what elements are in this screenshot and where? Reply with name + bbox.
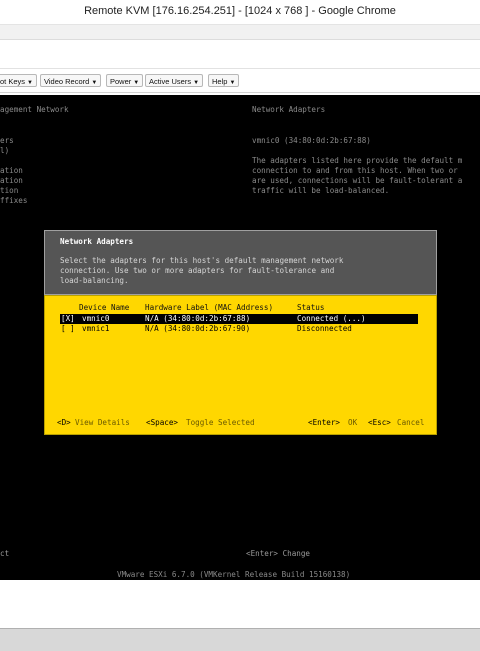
adapter-device: vmnic0 bbox=[82, 314, 110, 323]
help-label: Help bbox=[212, 77, 228, 86]
right-panel-header: Network Adapters bbox=[252, 105, 326, 114]
adapter-row-vmnic0[interactable]: [X] vmnic0 N/A (34:80:0d:2b:67:88) Conne… bbox=[60, 314, 418, 324]
power-menu[interactable]: Power ▼ bbox=[106, 74, 144, 87]
dialog-description-line: load-balancing. bbox=[60, 276, 129, 285]
view-details-key[interactable]: <D> bbox=[57, 418, 71, 428]
adapter-checkbox[interactable]: [ ] bbox=[61, 324, 75, 334]
toggle-selected-key[interactable]: <Space> bbox=[146, 418, 178, 428]
cancel-key[interactable]: <Esc> bbox=[368, 418, 391, 428]
dialog-body: Device Name Hardware Label (MAC Address)… bbox=[44, 295, 437, 435]
view-details-label: View Details bbox=[75, 418, 130, 427]
adapter-hw-label: N/A (34:80:0d:2b:67:88) bbox=[145, 314, 251, 323]
dialog-header: Network Adapters Select the adapters for… bbox=[44, 230, 437, 295]
browser-content-gap bbox=[0, 40, 480, 69]
left-menu-item: l) bbox=[0, 146, 10, 155]
window-title: Remote KVM [176.16.254.251] - [1024 x 76… bbox=[84, 5, 396, 17]
window-titlebar: Remote KVM [176.16.254.251] - [1024 x 76… bbox=[0, 0, 480, 25]
adapter-status: Disconnected bbox=[297, 324, 352, 333]
help-menu[interactable]: Help ▼ bbox=[208, 74, 240, 87]
adapter-device: vmnic1 bbox=[82, 324, 110, 333]
dialog-description-line: Select the adapters for this host's defa… bbox=[60, 256, 344, 265]
active-users-menu[interactable]: Active Users ▼ bbox=[145, 74, 204, 87]
right-panel-desc-line: are used, connections will be fault-tole… bbox=[252, 176, 463, 185]
column-header-status: Status bbox=[297, 303, 325, 312]
hot-keys-label: ot Keys bbox=[0, 77, 26, 86]
chevron-down-icon: ▼ bbox=[27, 80, 33, 86]
right-panel-desc-line: connection to and from this host. When t… bbox=[252, 166, 458, 175]
ok-label: OK bbox=[348, 418, 358, 427]
chevron-down-icon: ▼ bbox=[229, 80, 236, 86]
left-menu-item: ation bbox=[0, 176, 23, 185]
adapter-row-vmnic1[interactable]: [ ] vmnic1 N/A (34:80:0d:2b:67:90) Disco… bbox=[60, 324, 418, 334]
network-adapters-dialog: Network Adapters Select the adapters for… bbox=[44, 230, 437, 435]
browser-address-strip bbox=[0, 25, 480, 40]
cancel-label: Cancel bbox=[397, 418, 425, 427]
left-menu-item: ffixes bbox=[0, 196, 28, 205]
bottom-left-hint: ct bbox=[0, 549, 10, 558]
dialog-description-line: connection. Use two or more adapters for… bbox=[60, 266, 335, 275]
adapter-hw-label: N/A (34:80:0d:2b:67:90) bbox=[145, 324, 251, 333]
chevron-down-icon: ▼ bbox=[193, 80, 200, 86]
adapter-status: Connected (...) bbox=[297, 314, 366, 323]
chevron-down-icon: ▼ bbox=[91, 80, 98, 86]
left-menu-item: ers bbox=[0, 136, 14, 145]
browser-bottom-bar bbox=[0, 628, 480, 651]
right-panel-desc-line: traffic will be load-balanced. bbox=[252, 186, 390, 195]
kvm-console-screen[interactable]: agement Network ers l) ation ation tion … bbox=[0, 95, 480, 580]
page-lower-area bbox=[0, 581, 480, 628]
kvm-toolbar: ot Keys ▼ Video Record ▼ Power ▼ Active Use… bbox=[0, 69, 480, 93]
right-panel-desc-line: The adapters listed here provide the def… bbox=[252, 156, 463, 165]
chevron-down-icon: ▼ bbox=[133, 80, 140, 86]
column-header-device: Device Name bbox=[79, 303, 130, 312]
video-record-menu[interactable]: Video Record ▼ bbox=[40, 74, 102, 87]
column-header-hardware: Hardware Label (MAC Address) bbox=[145, 303, 274, 312]
power-label: Power bbox=[110, 77, 132, 86]
active-users-label: Active Users bbox=[149, 77, 192, 86]
toggle-selected-label: Toggle Selected bbox=[186, 418, 255, 427]
left-menu-item: tion bbox=[0, 186, 19, 195]
ok-key[interactable]: <Enter> bbox=[308, 418, 340, 428]
dialog-title: Network Adapters bbox=[60, 237, 134, 246]
right-panel-nic: vmnic0 (34:80:0d:2b:67:88) bbox=[252, 136, 371, 145]
bottom-right-hint: <Enter> Change bbox=[246, 549, 311, 558]
build-info: VMware ESXi 6.7.0 (VMKernel Release Buil… bbox=[117, 570, 351, 579]
video-record-label: Video Record bbox=[44, 77, 90, 86]
adapter-checkbox[interactable]: [X] bbox=[61, 314, 75, 324]
left-menu-item: ation bbox=[0, 166, 23, 175]
left-panel-header: agement Network bbox=[0, 105, 69, 114]
hot-keys-menu[interactable]: ot Keys ▼ bbox=[0, 74, 37, 87]
